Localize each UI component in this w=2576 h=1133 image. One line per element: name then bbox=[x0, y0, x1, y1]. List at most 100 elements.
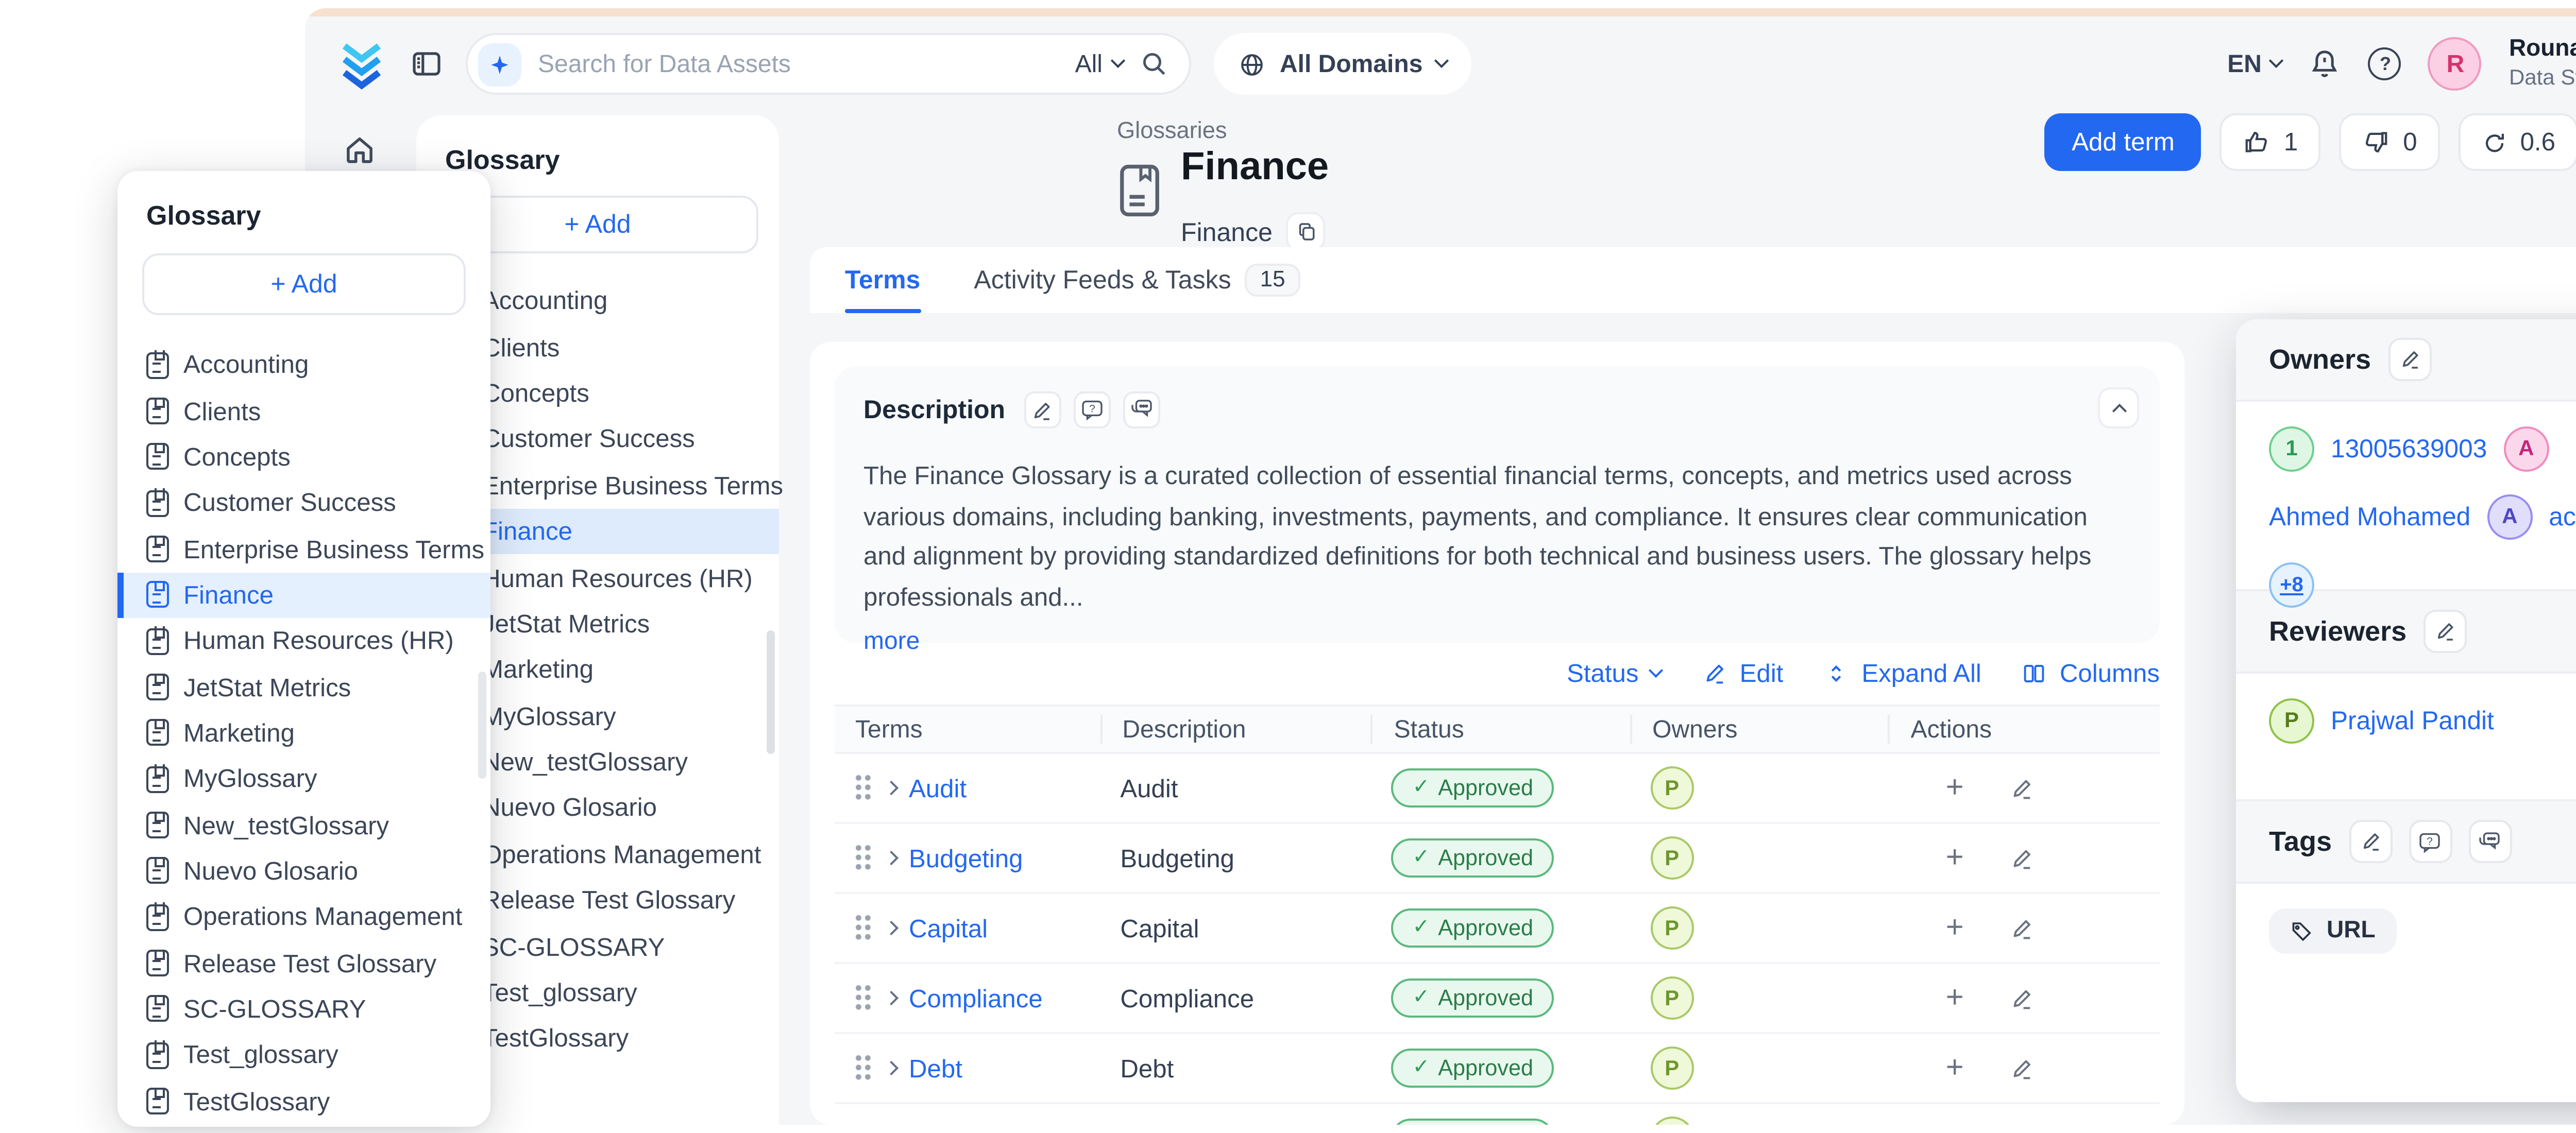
owner-avatar[interactable]: P bbox=[1650, 836, 1693, 880]
copy-name-icon[interactable] bbox=[1287, 212, 1326, 251]
owner-avatar[interactable]: P bbox=[1650, 766, 1693, 810]
owner-avatar[interactable]: P bbox=[1650, 1117, 1693, 1125]
downvote-button[interactable]: 0 bbox=[2339, 113, 2439, 171]
edit-term-icon[interactable] bbox=[2009, 1056, 2034, 1080]
tags-conversation-icon[interactable] bbox=[2468, 820, 2511, 863]
glossary-item-test-glossary[interactable]: Test_glossary bbox=[142, 1033, 466, 1078]
sidebar-collapse-icon[interactable] bbox=[410, 47, 443, 80]
collapse-description-icon[interactable] bbox=[2098, 387, 2139, 428]
add-child-term-icon[interactable]: + bbox=[1946, 981, 1964, 1016]
term-link[interactable]: Debt bbox=[909, 1054, 962, 1083]
home-icon[interactable] bbox=[342, 132, 377, 167]
comments-icon[interactable] bbox=[1123, 391, 1160, 428]
expand-row-icon[interactable] bbox=[884, 781, 899, 795]
edit-description-icon[interactable] bbox=[1024, 391, 1061, 428]
openmetadata-logo-icon[interactable] bbox=[336, 38, 387, 90]
term-link[interactable]: Equity bbox=[909, 1124, 979, 1125]
edit-reviewers-icon[interactable] bbox=[2423, 610, 2466, 653]
glossary-item-nuevo-glosario[interactable]: Nuevo Glosario bbox=[142, 848, 466, 894]
term-link[interactable]: Compliance bbox=[909, 984, 1043, 1012]
search-icon[interactable] bbox=[1140, 49, 1168, 78]
term-link[interactable]: Audit bbox=[909, 774, 967, 802]
glossary-item-new-testglossary[interactable]: New_testGlossary bbox=[142, 802, 466, 848]
more-owners-badge[interactable]: +8 bbox=[2269, 562, 2314, 608]
expand-row-icon[interactable] bbox=[884, 851, 899, 865]
glossary-item-marketing[interactable]: Marketing bbox=[142, 710, 466, 756]
global-search-bar[interactable]: Search for Data Assets All bbox=[466, 33, 1191, 95]
glossary-item-myglossary[interactable]: MyGlossary bbox=[142, 756, 466, 802]
glossary-item-release-test-glossary[interactable]: Release Test Glossary bbox=[142, 940, 466, 986]
add-child-term-icon[interactable]: + bbox=[1946, 911, 1964, 946]
version-button[interactable]: 0.6 bbox=[2459, 113, 2576, 171]
language-dropdown[interactable]: EN bbox=[2227, 49, 2282, 78]
owner-avatar[interactable]: P bbox=[1650, 906, 1693, 950]
edit-owners-icon[interactable] bbox=[2387, 338, 2431, 381]
add-child-term-icon[interactable]: + bbox=[1946, 1121, 1964, 1125]
owner-avatar[interactable]: 1 bbox=[2269, 426, 2314, 472]
search-input[interactable]: Search for Data Assets bbox=[538, 49, 1059, 78]
owner-avatar[interactable]: P bbox=[1650, 976, 1693, 1020]
glossary-item-clients[interactable]: Clients bbox=[142, 388, 466, 434]
owner-link[interactable]: Ahmed Mohamed bbox=[2269, 503, 2470, 531]
edit-term-icon[interactable] bbox=[2009, 916, 2034, 940]
drag-handle-icon[interactable] bbox=[855, 845, 874, 871]
tab-terms[interactable]: Terms bbox=[845, 247, 920, 313]
domains-dropdown[interactable]: All Domains bbox=[1214, 33, 1472, 95]
term-link[interactable]: Capital bbox=[909, 914, 988, 942]
glossary-item-accounting[interactable]: Accounting bbox=[142, 342, 466, 388]
glossary-item-concepts[interactable]: Concepts bbox=[142, 434, 466, 480]
status-filter-dropdown[interactable]: Status bbox=[1567, 659, 1662, 688]
add-glossary-button[interactable]: + Add bbox=[142, 253, 466, 315]
expand-row-icon[interactable] bbox=[884, 1061, 899, 1075]
user-info[interactable]: Rounakpreet.d Data Steward bbox=[2509, 38, 2576, 90]
expand-row-icon[interactable] bbox=[884, 991, 899, 1005]
add-child-term-icon[interactable]: + bbox=[1946, 840, 1964, 876]
glossary-item-sc-glossary[interactable]: SC-GLOSSARY bbox=[142, 986, 466, 1032]
edit-term-icon[interactable] bbox=[2009, 776, 2034, 800]
owner-link[interactable]: acvanlinden bbox=[2549, 503, 2576, 531]
owner-link[interactable]: 13005639003 bbox=[2331, 435, 2487, 464]
search-scope-dropdown[interactable]: All bbox=[1075, 49, 1123, 78]
drag-handle-icon[interactable] bbox=[855, 985, 874, 1011]
columns-selector-button[interactable]: Columns bbox=[2023, 659, 2160, 688]
notifications-bell-icon[interactable] bbox=[2309, 47, 2342, 80]
reviewer-link[interactable]: Prajwal Pandit bbox=[2331, 707, 2494, 735]
glossary-item-customer-success[interactable]: Customer Success bbox=[142, 480, 466, 526]
reviewer-avatar[interactable]: P bbox=[2269, 698, 2314, 744]
user-avatar[interactable]: R bbox=[2429, 37, 2482, 91]
edit-tags-icon[interactable] bbox=[2348, 820, 2392, 863]
expand-row-icon[interactable] bbox=[884, 921, 899, 935]
tag-chip-url[interactable]: URL bbox=[2269, 908, 2396, 954]
edit-term-icon[interactable] bbox=[2009, 846, 2034, 870]
add-term-button[interactable]: Add term bbox=[2045, 113, 2201, 171]
bulk-edit-button[interactable]: Edit bbox=[1703, 659, 1784, 688]
term-link[interactable]: Budgeting bbox=[909, 844, 1023, 872]
description-more-link[interactable]: more bbox=[863, 626, 920, 655]
glossary-item-human-resources[interactable]: Human Resources (HR) bbox=[142, 618, 466, 664]
upvote-button[interactable]: 1 bbox=[2220, 113, 2320, 171]
glossary-item-testglossary[interactable]: TestGlossary bbox=[142, 1078, 466, 1124]
help-icon[interactable]: ? bbox=[2369, 47, 2402, 80]
breadcrumb[interactable]: Glossaries bbox=[1117, 119, 1227, 144]
edit-term-icon[interactable] bbox=[2009, 986, 2034, 1010]
request-description-icon[interactable]: ? bbox=[1073, 391, 1110, 428]
owner-avatar[interactable]: A bbox=[2487, 494, 2532, 540]
glossary-popover-scrollbar[interactable] bbox=[478, 672, 486, 779]
drag-handle-icon[interactable] bbox=[855, 1055, 874, 1082]
status-badge: ✓Approved bbox=[1392, 1119, 1554, 1125]
glossary-item-jetstat-metrics[interactable]: JetStat Metrics bbox=[142, 664, 466, 710]
request-tags-icon[interactable]: ? bbox=[2408, 820, 2451, 863]
glossary-item-enterprise-business-terms[interactable]: Enterprise Business Terms bbox=[142, 526, 466, 572]
glossary-item-finance-active[interactable]: Finance bbox=[117, 572, 490, 618]
add-child-term-icon[interactable]: + bbox=[1946, 770, 1964, 805]
sidebar-scrollbar[interactable] bbox=[767, 630, 775, 754]
owner-avatar[interactable]: A bbox=[2503, 426, 2549, 472]
drag-handle-icon[interactable] bbox=[855, 915, 874, 941]
tab-activity-feeds[interactable]: Activity Feeds & Tasks 15 bbox=[974, 247, 1299, 313]
drag-handle-icon[interactable] bbox=[855, 775, 874, 801]
ai-sparkle-icon[interactable] bbox=[478, 42, 521, 85]
glossary-item-operations-management[interactable]: Operations Management bbox=[142, 895, 466, 940]
add-child-term-icon[interactable]: + bbox=[1946, 1051, 1964, 1086]
owner-avatar[interactable]: P bbox=[1650, 1046, 1693, 1090]
expand-all-button[interactable]: Expand All bbox=[1824, 659, 1981, 688]
